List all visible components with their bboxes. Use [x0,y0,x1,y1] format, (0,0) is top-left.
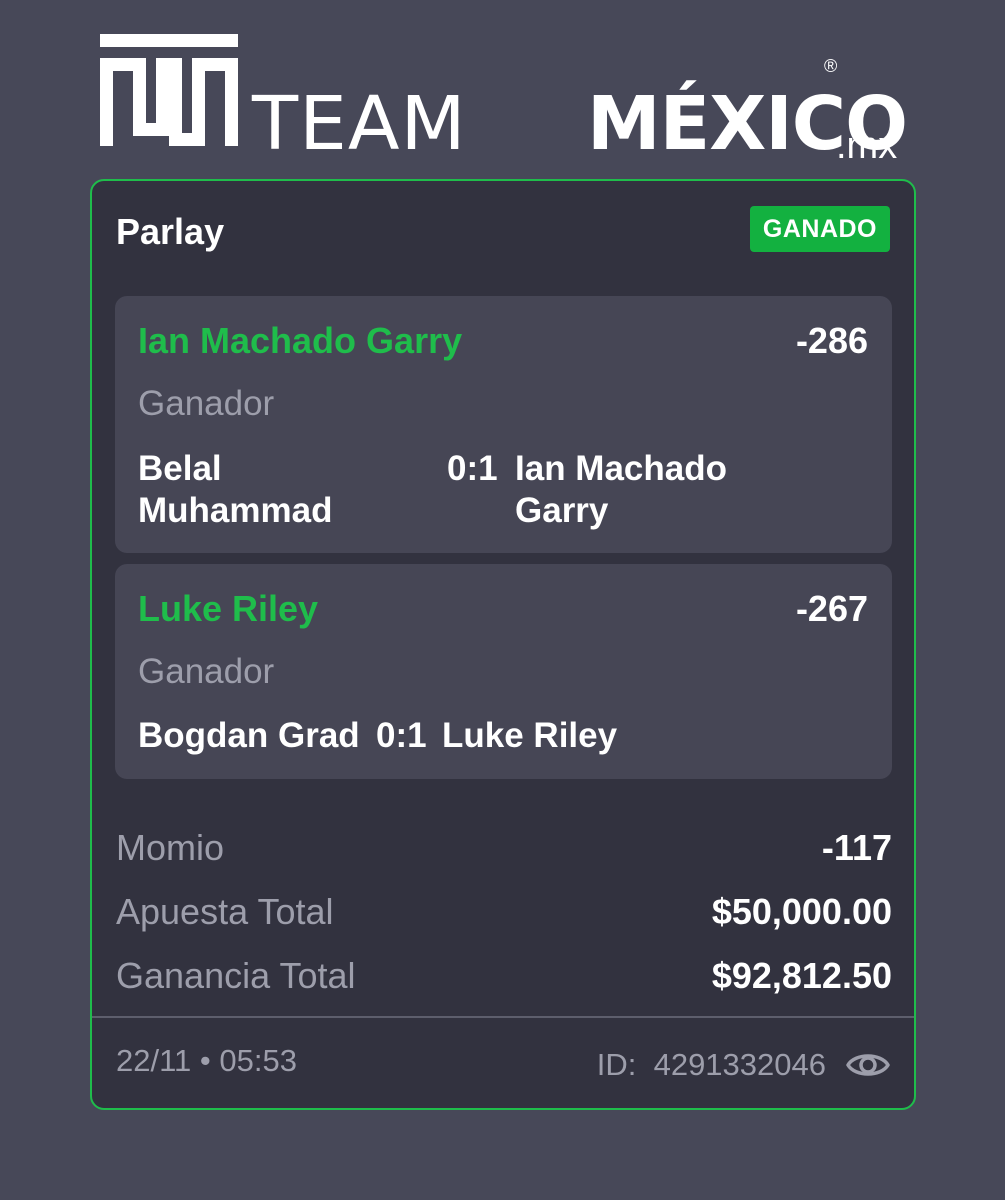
selection-card[interactable]: Ian Machado Garry -286 Ganador Belal Muh… [115,296,892,553]
stake-value: $50,000.00 [711,891,892,932]
event-home-fighter: Belal Muhammad [138,449,333,530]
logo-text-team: TEAM [252,81,467,167]
selection-pick: Luke Riley [138,588,319,629]
brand-logo: TEAM MÉXICO ® .mx [100,34,910,166]
odds-label: Momio [116,827,225,868]
eye-icon[interactable] [846,1047,890,1083]
bet-ticket-card[interactable]: Parlay GANADO Ian Machado Garry -286 Gan… [90,179,916,1110]
event-score: 0:1 [376,716,427,755]
status-badge: GANADO [749,206,890,252]
bet-id: ID: 4291332046 [596,1047,826,1082]
selection-pick: Ian Machado Garry [138,320,463,361]
bet-type-title: Parlay [116,211,225,252]
teammexico-logo-mark-icon [100,34,238,146]
event-home-fighter: Bogdan Grad [138,716,360,755]
event-away-fighter: Ian Machado Garry [515,449,727,530]
logo-text-tld: .mx [836,125,898,167]
selection-odds: -286 [795,320,868,361]
odds-value: -117 [821,827,892,868]
registered-mark: ® [824,56,838,76]
selection-odds: -267 [795,588,868,629]
selection-card[interactable]: Luke Riley -267 Ganador Bogdan Grad 0:1 … [115,564,892,779]
selection-market: Ganador [138,652,275,691]
summary-payout-row: Ganancia Total $92,812.50 [116,955,892,999]
footer-divider [92,1016,914,1018]
summary-odds-row: Momio -117 [116,827,892,871]
selection-market: Ganador [138,384,275,423]
bet-datetime: 22/11 • 05:53 [116,1043,297,1078]
event-away-fighter: Luke Riley [442,716,618,755]
summary-stake-row: Apuesta Total $50,000.00 [116,891,892,935]
payout-label: Ganancia Total [116,955,356,996]
payout-value: $92,812.50 [711,955,892,996]
event-score: 0:1 [447,449,498,488]
stake-label: Apuesta Total [116,891,334,932]
